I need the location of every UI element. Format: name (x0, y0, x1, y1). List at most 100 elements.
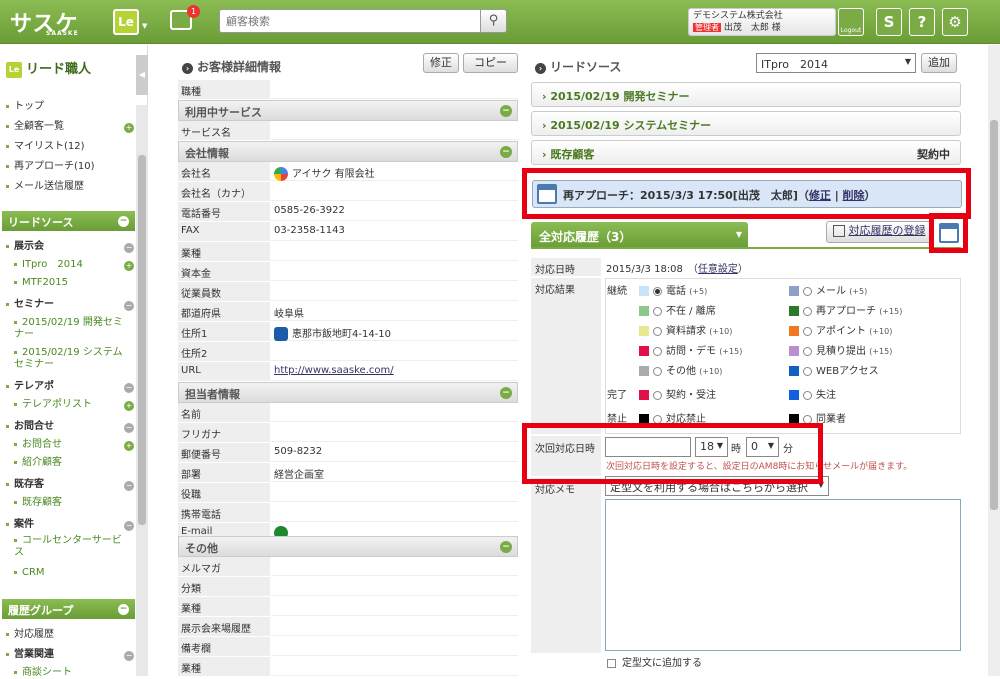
sidebar-section-history[interactable]: 履歴グループ − (2, 599, 135, 619)
option-web[interactable]: WEBアクセス (789, 362, 879, 377)
collapse-icon[interactable]: − (118, 216, 129, 227)
collapse-icon[interactable]: − (124, 423, 134, 433)
sidebar-item-project[interactable]: 案件 (6, 519, 34, 531)
sidebar-item-mylist[interactable]: マイリスト(12) (6, 141, 85, 153)
option-reapproach[interactable]: 再アプローチ (+15) (789, 302, 902, 317)
sidebar-item-existing[interactable]: 既存客 (6, 479, 44, 491)
saaske-s-icon[interactable]: S (876, 8, 902, 36)
sidebar-item-callcenter[interactable]: コールセンターサービス (14, 535, 129, 559)
add-template-checkbox-row[interactable]: 定型文に追加する (607, 654, 702, 669)
sidebar-item-crm[interactable]: CRM (14, 567, 45, 579)
sidebar-item-mtf[interactable]: MTF2015 (14, 277, 68, 289)
radio-mail[interactable] (803, 286, 812, 296)
google-icon[interactable] (274, 167, 288, 181)
tab-all-history[interactable]: 全対応履歴（3） ▼ (531, 222, 748, 248)
caret-down-icon[interactable]: ▼ (736, 230, 742, 239)
option-phone[interactable]: 電話 (+5) (639, 282, 707, 297)
calendar-icon[interactable] (939, 223, 959, 243)
lead-item-existing[interactable]: › 既存顧客 契約中 (531, 140, 961, 165)
date-custom-link[interactable]: 任意設定 (698, 264, 738, 275)
add-icon[interactable]: + (124, 261, 134, 271)
lead-source-select[interactable]: ITpro 2014 (756, 53, 916, 73)
radio-doc-request[interactable] (653, 326, 662, 336)
add-icon[interactable]: + (124, 401, 134, 411)
radio-estimate[interactable] (803, 346, 812, 356)
le-app-button[interactable]: Le (113, 9, 139, 35)
edit-button[interactable]: 修正 (423, 53, 459, 73)
customer-search-input[interactable] (219, 9, 481, 33)
collapse-icon[interactable]: − (500, 387, 512, 399)
radio-reapproach[interactable] (803, 306, 812, 316)
sidebar-item-reapproach[interactable]: 再アプローチ(10) (6, 161, 95, 173)
add-icon[interactable]: + (124, 123, 134, 133)
sidebar-scrollbar[interactable] (136, 105, 148, 676)
memo-textarea[interactable] (605, 499, 961, 651)
option-doc-request[interactable]: 資料請求 (+10) (639, 322, 732, 337)
add-template-checkbox[interactable] (607, 658, 616, 668)
collapse-icon[interactable]: − (124, 301, 134, 311)
sidebar-item-inquiry-sub[interactable]: お問合せ (14, 439, 62, 451)
sidebar-item-mail-history[interactable]: メール送信履歴 (6, 181, 84, 193)
group-service[interactable]: 利用中サービス − (178, 100, 518, 121)
option-estimate[interactable]: 見積り提出 (+15) (789, 342, 892, 357)
sidebar-item-existing-customers[interactable]: 既存顧客 (14, 497, 62, 509)
sidebar-item-top[interactable]: トップ (6, 101, 44, 113)
option-mail[interactable]: メール (+5) (789, 282, 867, 297)
group-company[interactable]: 会社情報 − (178, 141, 518, 162)
logout-button[interactable]: Logout (838, 8, 864, 36)
option-other[interactable]: その他 (+10) (639, 362, 722, 377)
register-history-button[interactable]: 対応履歴の登録 (826, 221, 932, 243)
collapse-icon[interactable]: − (124, 521, 134, 531)
sidebar-item-referral[interactable]: 紹介顧客 (14, 457, 62, 469)
group-person[interactable]: 担当者情報 − (178, 382, 518, 403)
sidebar-section-lead[interactable]: リードソース − (2, 211, 135, 231)
radio-lost[interactable] (803, 390, 812, 400)
sidebar-item-itpro[interactable]: ITpro 2014 (14, 259, 83, 271)
caret-down-icon[interactable]: ▼ (142, 22, 147, 30)
reapproach-delete-link[interactable]: 削除 (843, 189, 865, 202)
url-link[interactable]: http://www.saaske.com/ (274, 365, 394, 376)
option-appointment[interactable]: アポイント (+10) (789, 322, 892, 337)
collapse-icon[interactable]: − (124, 243, 134, 253)
sidebar-item-meeting-sheet[interactable]: 商談シート (14, 667, 72, 679)
search-icon[interactable]: ⚲ (480, 9, 507, 33)
option-visit[interactable]: 訪問・デモ (+15) (639, 342, 742, 357)
saaske-logo[interactable]: サスケ SAASKE (10, 6, 79, 38)
radio-phone[interactable] (653, 286, 662, 296)
radio-web[interactable] (803, 366, 812, 376)
option-absent[interactable]: 不在 / 離席 (639, 302, 716, 317)
reapproach-edit-link[interactable]: 修正 (809, 189, 831, 202)
sidebar-item-sys-seminar[interactable]: 2015/02/19 システムセミナー (14, 347, 129, 371)
sidebar-brand[interactable]: Le リード職人 (6, 58, 91, 78)
sidebar-item-dev-seminar[interactable]: 2015/02/19 開発セミナー (14, 317, 129, 341)
collapse-icon[interactable]: − (500, 146, 512, 158)
sidebar-item-teleapo-list[interactable]: テレアポリスト (14, 399, 92, 411)
group-other[interactable]: その他 − (178, 536, 518, 557)
add-lead-button[interactable]: 追加 (921, 53, 957, 73)
copy-button[interactable]: コピー (463, 53, 518, 73)
collapse-icon[interactable]: − (124, 651, 134, 661)
option-contract[interactable]: 契約・受注 (639, 386, 716, 401)
help-icon[interactable]: ? (909, 8, 935, 36)
sidebar-item-inquiry[interactable]: お問合せ (6, 421, 54, 433)
sidebar-item-history[interactable]: 対応履歴 (6, 629, 54, 641)
collapse-icon[interactable]: − (500, 105, 512, 117)
option-lost[interactable]: 失注 (789, 386, 836, 401)
collapse-icon[interactable]: − (124, 481, 134, 491)
radio-visit[interactable] (653, 346, 662, 356)
sidebar-item-exhibition[interactable]: 展示会 (6, 241, 44, 253)
sidebar-item-all-customers[interactable]: 全顧客一覧 (6, 121, 64, 133)
radio-contract[interactable] (653, 390, 662, 400)
radio-appointment[interactable] (803, 326, 812, 336)
radio-absent[interactable] (653, 306, 662, 316)
radio-other[interactable] (653, 366, 662, 376)
collapse-icon[interactable]: − (124, 383, 134, 393)
add-icon[interactable]: + (124, 441, 134, 451)
sidebar-item-seminar[interactable]: セミナー (6, 299, 54, 311)
main-scrollbar[interactable] (988, 45, 1000, 676)
sidebar-item-teleapo[interactable]: テレアポ (6, 381, 54, 393)
sidebar-item-sales[interactable]: 営業関連 (6, 649, 54, 661)
gear-icon[interactable]: ⚙ (942, 8, 968, 36)
lead-item-dev-seminar[interactable]: › 2015/02/19 開発セミナー (531, 82, 961, 107)
map-pin-icon[interactable] (274, 327, 288, 341)
